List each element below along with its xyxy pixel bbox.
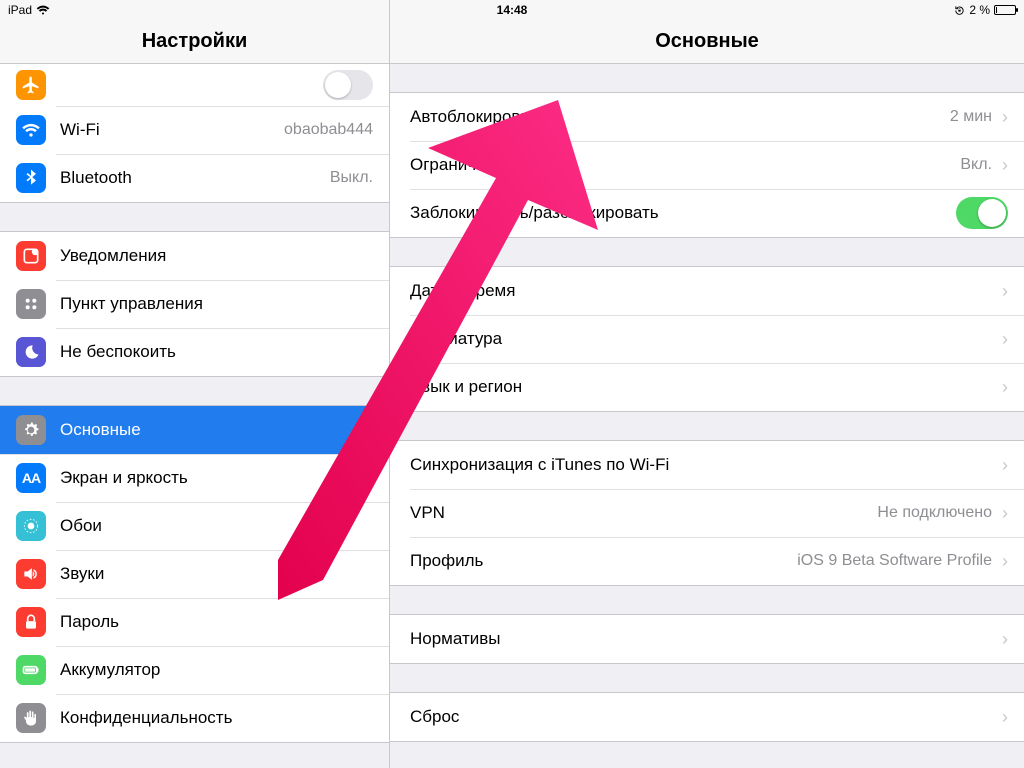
row-value: Вкл. xyxy=(960,156,992,174)
row-keyboard[interactable]: Клавиатура › xyxy=(390,315,1024,363)
detail-group-lock: Автоблокировка 2 мин › Ограничения Вкл. … xyxy=(390,92,1024,238)
sidebar-item-control-center[interactable]: Пункт управления xyxy=(0,280,389,328)
battery-icon xyxy=(994,5,1016,15)
sidebar-item-label: Конфиденциальность xyxy=(60,708,373,728)
detail-group-locale: Дата и время › Клавиатура › Язык и регио… xyxy=(390,266,1024,412)
chevron-right-icon: › xyxy=(1002,107,1008,128)
lock-unlock-toggle[interactable] xyxy=(956,197,1008,229)
detail-group-reset: Сброс › xyxy=(390,692,1024,742)
row-value: Не подключено xyxy=(877,504,992,522)
sidebar-group-notifications: Уведомления Пункт управления Не беспокои… xyxy=(0,231,389,377)
row-label: Сброс xyxy=(410,707,998,727)
notifications-icon xyxy=(16,241,46,271)
dnd-icon xyxy=(16,337,46,367)
sidebar-item-value: obaobab444 xyxy=(284,121,373,139)
sidebar-item-label: Уведомления xyxy=(60,246,373,266)
gear-icon xyxy=(16,415,46,445)
row-regulatory[interactable]: Нормативы › xyxy=(390,615,1024,663)
row-reset[interactable]: Сброс › xyxy=(390,693,1024,741)
sidebar-item-label: Пароль xyxy=(60,612,373,632)
battery-percent: 2 % xyxy=(969,3,990,17)
sidebar-group-general: Основные AA Экран и яркость Обои Звуки xyxy=(0,405,389,743)
chevron-right-icon: › xyxy=(1002,455,1008,476)
row-label: Нормативы xyxy=(410,629,998,649)
row-restrictions[interactable]: Ограничения Вкл. › xyxy=(390,141,1024,189)
wifi-status-icon xyxy=(36,4,50,16)
row-label: Дата и время xyxy=(410,281,998,301)
battery-icon xyxy=(16,655,46,685)
row-label: Язык и регион xyxy=(410,377,998,397)
sidebar-item-label: Основные xyxy=(60,420,373,440)
detail-group-regulatory: Нормативы › xyxy=(390,614,1024,664)
wallpaper-icon xyxy=(16,511,46,541)
sidebar-item-general[interactable]: Основные xyxy=(0,406,389,454)
sidebar-item-value: Выкл. xyxy=(330,169,373,187)
sidebar-item-label: Звуки xyxy=(60,564,373,584)
sounds-icon xyxy=(16,559,46,589)
wifi-icon xyxy=(16,115,46,145)
chevron-right-icon: › xyxy=(1002,329,1008,350)
sidebar-item-notifications[interactable]: Уведомления xyxy=(0,232,389,280)
ipad-settings-screen: iPad 14:48 2 % Настройки xyxy=(0,0,1024,768)
row-value: 2 мин xyxy=(950,108,992,126)
sidebar-group-connectivity: Wi-Fi obaobab444 Bluetooth Выкл. xyxy=(0,64,389,203)
chevron-right-icon: › xyxy=(1002,281,1008,302)
row-label: VPN xyxy=(410,503,877,523)
sidebar-item-label: Не беспокоить xyxy=(60,342,373,362)
settings-sidebar: Настройки Wi-Fi obaobab444 xyxy=(0,0,390,768)
sidebar-item-wifi[interactable]: Wi-Fi obaobab444 xyxy=(0,106,389,154)
row-label: Клавиатура xyxy=(410,329,998,349)
sidebar-item-display[interactable]: AA Экран и яркость xyxy=(0,454,389,502)
row-datetime[interactable]: Дата и время › xyxy=(390,267,1024,315)
airplane-icon xyxy=(16,70,46,100)
lock-icon xyxy=(16,607,46,637)
row-profile[interactable]: Профиль iOS 9 Beta Software Profile › xyxy=(390,537,1024,585)
sidebar-item-label: Экран и яркость xyxy=(60,468,373,488)
chevron-right-icon: › xyxy=(1002,551,1008,572)
row-label: Ограничения xyxy=(410,155,960,175)
clock: 14:48 xyxy=(497,3,528,17)
display-icon: AA xyxy=(16,463,46,493)
sidebar-item-label: Bluetooth xyxy=(60,168,330,188)
hand-icon xyxy=(16,703,46,733)
row-label: Автоблокировка xyxy=(410,107,950,127)
row-language-region[interactable]: Язык и регион › xyxy=(390,363,1024,411)
row-autolock[interactable]: Автоблокировка 2 мин › xyxy=(390,93,1024,141)
sidebar-item-label: Аккумулятор xyxy=(60,660,373,680)
airplane-toggle[interactable] xyxy=(323,70,373,100)
sidebar-item-label: Обои xyxy=(60,516,373,536)
chevron-right-icon: › xyxy=(1002,629,1008,650)
detail-pane: Основные Автоблокировка 2 мин › Ограниче… xyxy=(390,0,1024,768)
sidebar-item-wallpaper[interactable]: Обои xyxy=(0,502,389,550)
bluetooth-icon xyxy=(16,163,46,193)
row-itunes-wifi-sync[interactable]: Синхронизация с iTunes по Wi-Fi › xyxy=(390,441,1024,489)
control-center-icon xyxy=(16,289,46,319)
row-label: Синхронизация с iTunes по Wi-Fi xyxy=(410,455,998,475)
sidebar-item-sounds[interactable]: Звуки xyxy=(0,550,389,598)
chevron-right-icon: › xyxy=(1002,155,1008,176)
sidebar-item-bluetooth[interactable]: Bluetooth Выкл. xyxy=(0,154,389,202)
chevron-right-icon: › xyxy=(1002,503,1008,524)
row-lock-unlock[interactable]: Заблокировать/разблокировать xyxy=(390,189,1024,237)
row-value: iOS 9 Beta Software Profile xyxy=(797,552,992,570)
sidebar-item-airplane[interactable] xyxy=(0,64,389,106)
status-bar: iPad 14:48 2 % xyxy=(0,0,1024,20)
orientation-lock-icon xyxy=(954,5,965,16)
sidebar-item-privacy[interactable]: Конфиденциальность xyxy=(0,694,389,742)
chevron-right-icon: › xyxy=(1002,707,1008,728)
sidebar-item-label: Пункт управления xyxy=(60,294,373,314)
sidebar-item-battery[interactable]: Аккумулятор xyxy=(0,646,389,694)
row-vpn[interactable]: VPN Не подключено › xyxy=(390,489,1024,537)
row-label: Заблокировать/разблокировать xyxy=(410,203,956,223)
chevron-right-icon: › xyxy=(1002,377,1008,398)
sidebar-item-dnd[interactable]: Не беспокоить xyxy=(0,328,389,376)
row-label: Профиль xyxy=(410,551,797,571)
detail-group-sync: Синхронизация с iTunes по Wi-Fi › VPN Не… xyxy=(390,440,1024,586)
sidebar-item-passcode[interactable]: Пароль xyxy=(0,598,389,646)
device-label: iPad xyxy=(8,3,32,17)
sidebar-item-label: Wi-Fi xyxy=(60,120,284,140)
